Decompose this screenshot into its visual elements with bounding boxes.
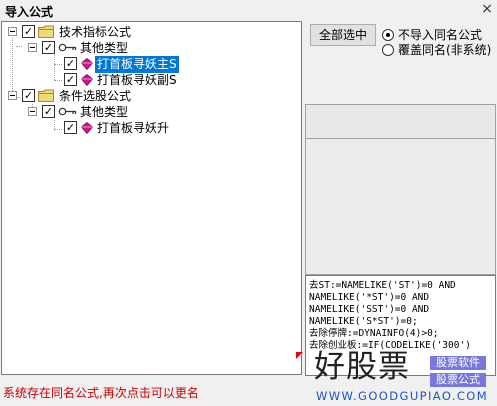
collapse-toggle[interactable] <box>8 91 17 100</box>
formula-gem-icon <box>81 58 93 70</box>
radio-indicator[interactable] <box>382 44 394 56</box>
close-button[interactable]: × <box>479 1 495 17</box>
watermark-tag-formula: 股票公式 <box>430 373 486 387</box>
node-checkbox[interactable]: ✓ <box>22 89 35 102</box>
code-line: 去ST:=NAMELIKE('ST')=0 AND <box>309 280 456 291</box>
radio-label: 覆盖同名(非系统) <box>398 43 492 57</box>
watermark-brand: 好股票 <box>314 349 410 385</box>
watermark-url: WWW.GOODGUPIAO.COM <box>316 389 489 403</box>
info-panel-top <box>305 104 496 139</box>
tree-node-formula-main[interactable]: ✓ 打首板寻妖主S <box>2 56 302 73</box>
tree-node-other-types[interactable]: ✓ 其他类型 <box>2 40 302 57</box>
node-checkbox[interactable]: ✓ <box>42 41 55 54</box>
radio-label: 不导入同名公式 <box>398 28 483 42</box>
code-line: NAMELIKE('S*ST')=0; <box>309 316 418 327</box>
node-label: 打首板寻妖主S <box>95 56 179 73</box>
node-label: 其他类型 <box>80 105 129 119</box>
select-all-button[interactable]: 全部选中 <box>310 24 376 46</box>
key-icon <box>58 107 77 116</box>
watermark-corner-mark <box>296 352 303 359</box>
node-label: 打首板寻妖升 <box>97 121 170 135</box>
code-line: NAMELIKE('*ST')=0 AND <box>309 292 430 303</box>
watermark-tag-software: 股票软件 <box>430 356 486 370</box>
node-label: 技术指标公式 <box>59 25 132 39</box>
radio-skip-duplicates[interactable]: 不导入同名公式 <box>382 27 496 43</box>
folder-icon <box>38 89 54 102</box>
tree-node-formula-sub[interactable]: ✓ 打首板寻妖副S <box>2 72 302 89</box>
code-line: NAMELIKE('SST')=0 AND <box>309 304 430 315</box>
node-checkbox[interactable]: ✓ <box>22 25 35 38</box>
node-label: 条件选股公式 <box>59 89 132 103</box>
tree-node-formula-rise[interactable]: ✓ 打首板寻妖升 <box>2 120 302 137</box>
tree-node-other-types-2[interactable]: ✓ 其他类型 <box>2 104 302 121</box>
radio-indicator[interactable] <box>382 29 394 41</box>
collapse-toggle[interactable] <box>28 43 37 52</box>
tree-node-stock-screening[interactable]: ✓ 条件选股公式 <box>2 88 302 105</box>
radio-overwrite-duplicates[interactable]: 覆盖同名(非系统) <box>382 42 496 58</box>
status-message: 系统存在同名公式,再次点击可以更名 <box>3 386 199 400</box>
window-title: 导入公式 <box>5 5 54 19</box>
formula-gem-icon <box>81 74 93 86</box>
node-checkbox[interactable]: ✓ <box>64 57 77 70</box>
collapse-toggle[interactable] <box>28 107 37 116</box>
info-panel-middle <box>305 139 496 275</box>
formula-tree[interactable]: ✓ 技术指标公式 ✓ 其他类型 ✓ 打首板寻妖主S ✓ 打首板寻妖副S ✓ 条件… <box>1 21 302 375</box>
tree-node-tech-indicators[interactable]: ✓ 技术指标公式 <box>2 24 302 41</box>
collapse-toggle[interactable] <box>8 27 17 36</box>
node-checkbox[interactable]: ✓ <box>64 121 77 134</box>
node-label: 其他类型 <box>80 41 129 55</box>
node-label: 打首板寻妖副S <box>97 73 177 87</box>
node-checkbox[interactable]: ✓ <box>64 73 77 86</box>
key-icon <box>58 43 77 52</box>
title-bar: 导入公式 × <box>0 0 497 20</box>
formula-gem-icon <box>81 122 93 134</box>
node-checkbox[interactable]: ✓ <box>42 105 55 118</box>
folder-icon <box>38 25 54 38</box>
code-line: 去除停牌:=DYNAINFO(4)>0; <box>309 328 439 339</box>
